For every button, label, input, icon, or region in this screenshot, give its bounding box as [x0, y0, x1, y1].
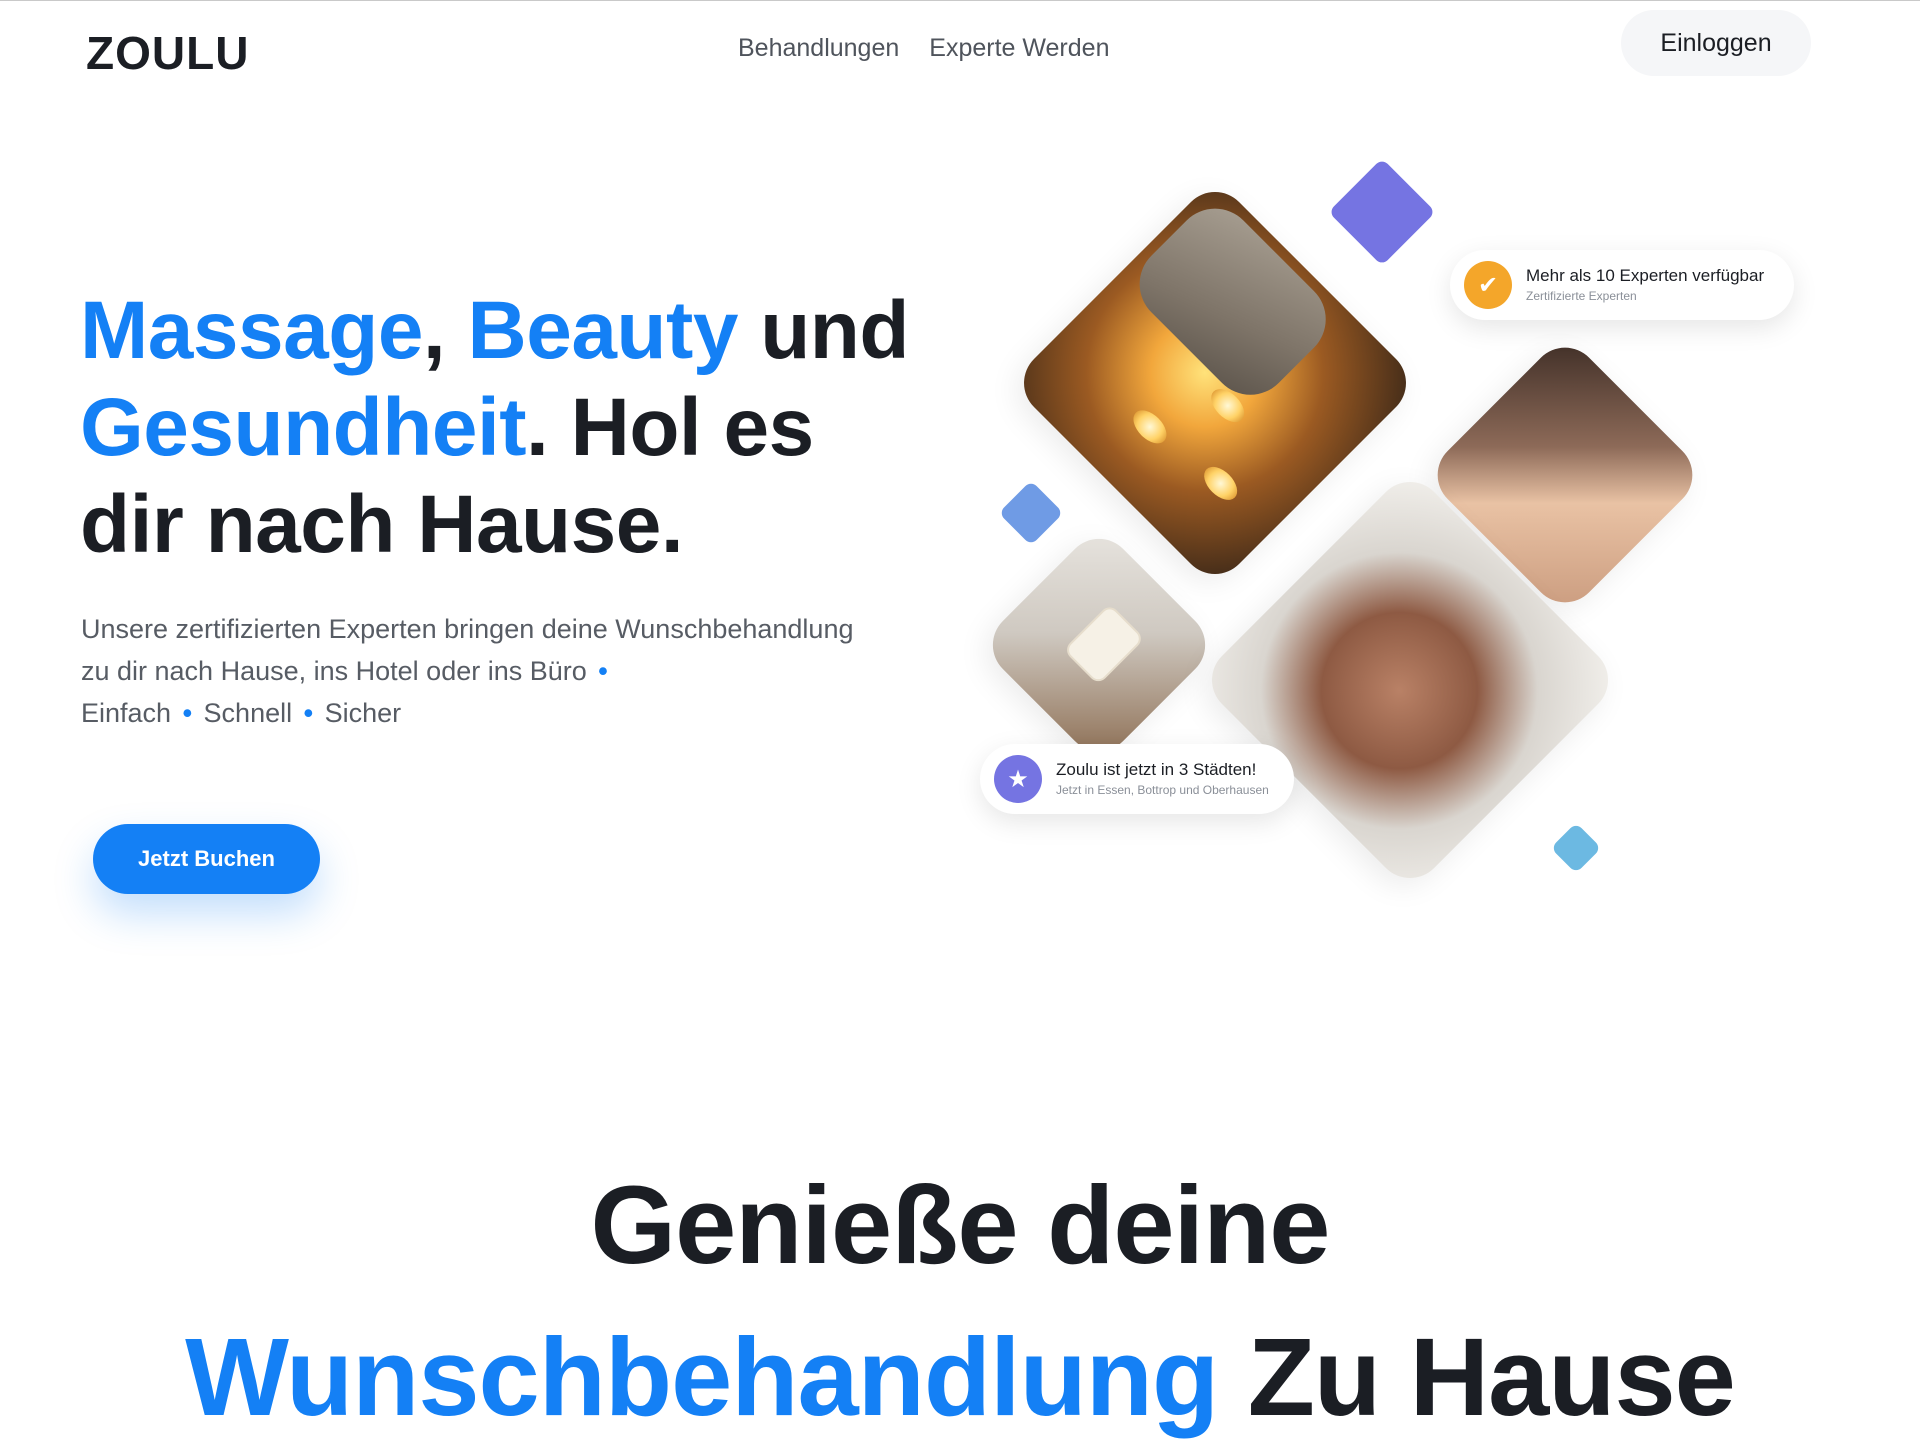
section-heading-highlight: Wunschbehandlung: [185, 1316, 1219, 1439]
experts-badge: ✔ Mehr als 10 Experten verfügbar Zertifi…: [1450, 250, 1794, 320]
hero-subtitle-einfach: Einfach: [81, 698, 172, 728]
check-badge-icon: ✔: [1464, 261, 1512, 309]
hero-subtitle-text: Unsere zertifizierten Experten bringen d…: [81, 614, 854, 686]
star-icon: ★: [994, 755, 1042, 803]
bullet-dot: •: [182, 698, 193, 728]
hero-title: Massage, Beauty und Gesundheit. Hol es d…: [80, 282, 920, 573]
hero-title-gesundheit: Gesundheit: [80, 382, 527, 473]
hero-subtitle: Unsere zertifizierten Experten bringen d…: [81, 608, 881, 734]
decorative-diamond-teal: [1550, 822, 1602, 874]
hero-title-und: und: [737, 285, 909, 376]
bullet-dot: •: [303, 698, 314, 728]
experts-badge-title: Mehr als 10 Experten verfügbar: [1526, 266, 1765, 285]
logo[interactable]: ZOULU: [86, 26, 249, 80]
cities-badge-title: Zoulu ist jetzt in 3 Städten!: [1056, 760, 1257, 779]
hero-title-separator: ,: [422, 285, 468, 376]
decorative-diamond-purple: [1328, 158, 1436, 266]
cities-badge: ★ Zoulu ist jetzt in 3 Städten! Jetzt in…: [980, 744, 1294, 814]
decorative-diamond-blue: [998, 480, 1064, 546]
hero-image-collage: ✔ Mehr als 10 Experten verfügbar Zertifi…: [960, 158, 1840, 920]
experts-badge-subtitle: Zertifizierte Experten: [1526, 289, 1637, 303]
book-now-button[interactable]: Jetzt Buchen: [93, 824, 320, 894]
hero-title-massage: Massage: [80, 285, 423, 376]
bullet-dot: •: [598, 656, 608, 686]
hero-subtitle-schnell: Schnell: [203, 698, 293, 728]
section-heading: Genieße deine Wunschbehandlung Zu Hause: [0, 1150, 1920, 1454]
section-heading-rest: Zu Hause: [1218, 1316, 1736, 1439]
hero-title-beauty: Beauty: [467, 285, 739, 376]
cities-badge-subtitle: Jetzt in Essen, Bottrop und Oberhausen: [1056, 783, 1269, 797]
nav-link-behandlungen[interactable]: Behandlungen: [738, 34, 899, 63]
hero-subtitle-sicher: Sicher: [324, 698, 402, 728]
login-button[interactable]: Einloggen: [1621, 10, 1811, 76]
nav-link-experte-werden[interactable]: Experte Werden: [929, 34, 1109, 63]
section-heading-line1: Genieße deine: [590, 1164, 1331, 1287]
top-border: [0, 0, 1920, 1]
candle-decor-image: [978, 524, 1220, 766]
main-nav: Behandlungen Experte Werden: [738, 34, 1109, 63]
